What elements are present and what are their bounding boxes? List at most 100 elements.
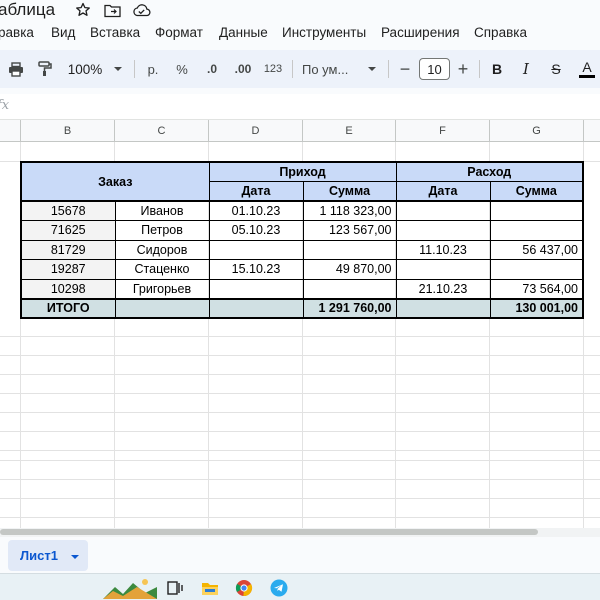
zoom-dropdown-icon[interactable] <box>110 50 126 88</box>
expense-sum-cell[interactable] <box>489 259 584 280</box>
total-expense-cell[interactable]: 130 001,00 <box>489 298 584 319</box>
column-header-d[interactable]: D <box>209 120 303 142</box>
customer-cell[interactable]: Григорьев <box>114 278 210 300</box>
menu-edit[interactable]: равка <box>0 24 34 42</box>
header-expense-date[interactable]: Дата <box>395 181 491 202</box>
cloud-saved-icon[interactable] <box>131 1 151 19</box>
income-sum-cell[interactable]: 1 118 323,00 <box>302 200 397 221</box>
sheet-tab-active[interactable]: Лист1 <box>8 540 88 571</box>
expense-date-cell[interactable] <box>395 259 491 280</box>
strikethrough-button[interactable]: S <box>547 50 565 88</box>
total-empty-cell[interactable] <box>114 298 210 319</box>
sheet-menu-chevron-icon[interactable] <box>70 547 80 565</box>
decrease-decimals-button[interactable]: .0 <box>201 50 223 88</box>
income-date-cell[interactable]: 15.10.23 <box>208 259 304 280</box>
zoom-select[interactable]: 100% <box>62 50 108 88</box>
order-id-cell[interactable]: 81729 <box>20 239 116 260</box>
menu-insert[interactable]: Вставка <box>90 24 140 42</box>
increase-decimals-button[interactable]: .00 <box>231 50 255 88</box>
decrease-font-size-button[interactable]: − <box>396 50 414 88</box>
menu-tools[interactable]: Инструменты <box>282 24 366 42</box>
expense-date-cell[interactable] <box>395 200 491 221</box>
customer-cell[interactable]: Стаценко <box>114 259 210 280</box>
income-sum-cell[interactable]: 123 567,00 <box>302 220 397 241</box>
order-id-cell[interactable]: 71625 <box>20 220 116 241</box>
header-income-sum[interactable]: Сумма <box>302 181 397 202</box>
header-expense[interactable]: Расход <box>395 161 584 182</box>
star-icon[interactable] <box>73 1 93 19</box>
customer-cell[interactable]: Петров <box>114 220 210 241</box>
income-sum-cell[interactable] <box>302 278 397 300</box>
income-date-cell[interactable]: 01.10.23 <box>208 200 304 221</box>
total-income-cell[interactable]: 1 291 760,00 <box>302 298 397 319</box>
income-sum-cell[interactable]: 49 870,00 <box>302 259 397 280</box>
gridline <box>0 450 600 451</box>
order-id-cell[interactable]: 19287 <box>20 259 116 280</box>
expense-date-cell[interactable] <box>395 220 491 241</box>
sheet-tab-label: Лист1 <box>20 548 58 563</box>
income-date-cell[interactable] <box>208 278 304 300</box>
font-dropdown-icon[interactable] <box>364 50 380 88</box>
landscape-widget-icon[interactable] <box>103 577 157 599</box>
expense-sum-cell[interactable]: 56 437,00 <box>489 239 584 260</box>
more-formats-button[interactable]: 123 <box>262 50 284 88</box>
header-order[interactable]: Заказ <box>20 161 210 202</box>
income-date-cell[interactable]: 05.10.23 <box>208 220 304 241</box>
column-header-row: B C D E F G <box>0 120 600 142</box>
customer-cell[interactable]: Сидоров <box>114 239 210 260</box>
expense-date-cell[interactable]: 11.10.23 <box>395 239 491 260</box>
italic-button[interactable]: I <box>517 50 535 88</box>
print-icon[interactable] <box>6 50 26 88</box>
gridline <box>0 460 600 461</box>
order-id-cell[interactable]: 10298 <box>20 278 116 300</box>
font-size-input[interactable]: 10 <box>419 58 450 80</box>
column-header-b[interactable]: B <box>21 120 115 142</box>
currency-format-button[interactable]: р. <box>143 50 163 88</box>
header-income-date[interactable]: Дата <box>208 181 304 202</box>
column-header-e[interactable]: E <box>303 120 396 142</box>
customer-cell[interactable]: Иванов <box>114 200 210 221</box>
percent-format-button[interactable]: % <box>172 50 192 88</box>
document-title[interactable]: аблица <box>0 0 55 20</box>
gridline <box>0 498 600 499</box>
total-label-cell[interactable]: ИТОГО <box>20 298 116 319</box>
text-color-button[interactable]: A <box>577 50 597 88</box>
menu-extensions[interactable]: Расширения <box>381 24 460 42</box>
font-family-select[interactable]: По ум... <box>302 50 358 88</box>
fx-icon: fx <box>0 98 10 113</box>
menu-format[interactable]: Формат <box>155 24 203 42</box>
bold-button[interactable]: B <box>488 50 506 88</box>
text-color-swatch <box>579 75 595 78</box>
scrollbar-thumb[interactable] <box>0 529 538 535</box>
column-header-g[interactable]: G <box>490 120 584 142</box>
paint-format-icon[interactable] <box>35 50 55 88</box>
spreadsheet-grid[interactable]: B C D E F G Заказ Приход Расход Дата Сум… <box>0 120 600 530</box>
expense-sum-cell[interactable]: 73 564,00 <box>489 278 584 300</box>
expense-date-cell[interactable]: 21.10.23 <box>395 278 491 300</box>
telegram-icon[interactable] <box>268 577 290 599</box>
menu-bar: равка Вид Вставка Формат Данные Инструме… <box>0 22 600 44</box>
formula-bar[interactable]: fx <box>0 94 600 120</box>
horizontal-scrollbar[interactable] <box>0 528 600 537</box>
expense-sum-cell[interactable] <box>489 220 584 241</box>
increase-font-size-button[interactable]: + <box>454 50 472 88</box>
income-date-cell[interactable] <box>208 239 304 260</box>
column-header-f[interactable]: F <box>396 120 490 142</box>
move-to-folder-icon[interactable] <box>102 1 122 19</box>
column-header-c[interactable]: C <box>115 120 209 142</box>
expense-sum-cell[interactable] <box>489 200 584 221</box>
menu-view[interactable]: Вид <box>51 24 75 42</box>
menu-data[interactable]: Данные <box>219 24 268 42</box>
header-expense-sum[interactable]: Сумма <box>489 181 584 202</box>
order-id-cell[interactable]: 15678 <box>20 200 116 221</box>
chrome-icon[interactable] <box>233 577 255 599</box>
file-explorer-icon[interactable] <box>199 577 221 599</box>
income-sum-cell[interactable] <box>302 239 397 260</box>
total-empty-cell[interactable] <box>395 298 491 319</box>
menu-help[interactable]: Справка <box>474 24 527 42</box>
column-header-h[interactable] <box>584 120 600 142</box>
task-view-icon[interactable] <box>164 577 186 599</box>
header-income[interactable]: Приход <box>208 161 397 182</box>
total-empty-cell[interactable] <box>208 298 304 319</box>
row-header-corner[interactable] <box>0 120 21 142</box>
